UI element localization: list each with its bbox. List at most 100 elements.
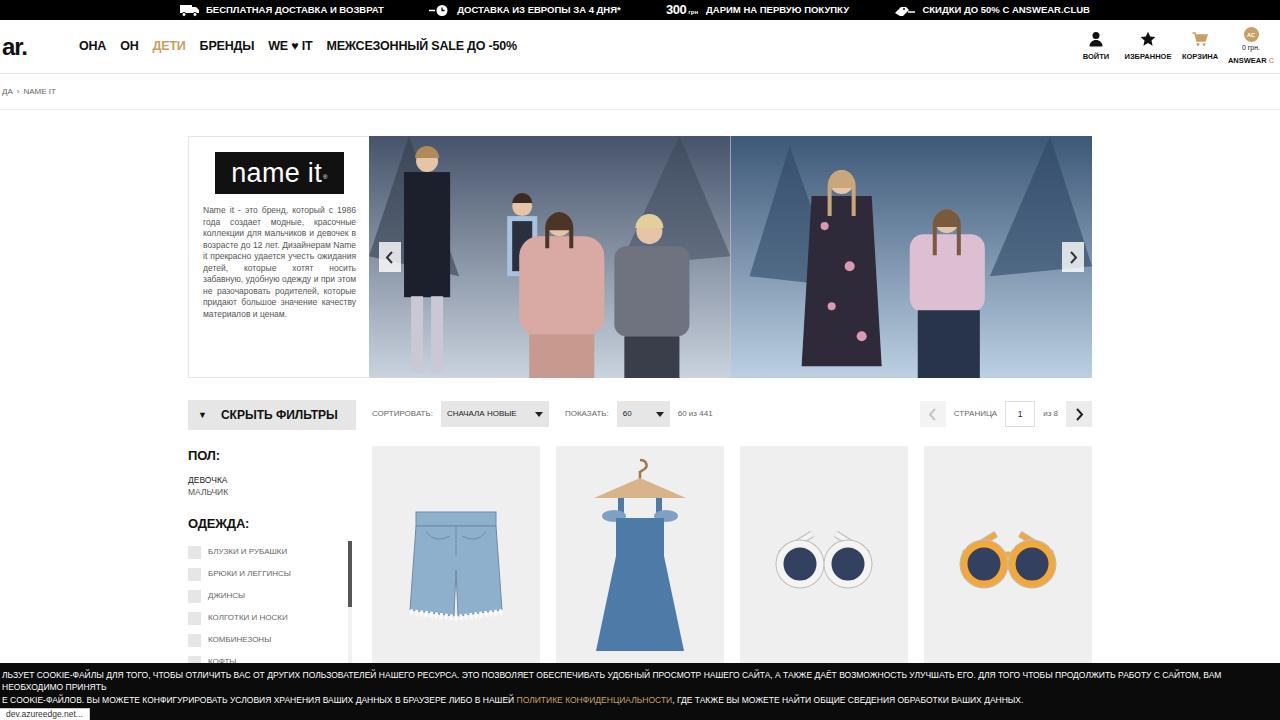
product-card[interactable]	[372, 446, 540, 686]
prev-page-button[interactable]	[920, 401, 946, 427]
breadcrumb: ДА›NAME IT	[0, 74, 1280, 110]
clothing-filter: БЛУЗКИ И РУБАШКИ БРЮКИ И ЛЕГГИНСЫ ДЖИНСЫ КО…	[188, 541, 356, 671]
clothing-option[interactable]: БРЮКИ И ЛЕГГИНСЫ	[188, 563, 340, 585]
clothing-option[interactable]: КОМБИНЕЗОНЫ	[188, 629, 340, 651]
cookie-text: Е COOKIE-ФАЙЛОВ. ВЫ МОЖЕТЕ КОНФИГУРИРОВА…	[2, 695, 517, 705]
status-url: dev.azureedge.net...	[0, 708, 90, 720]
account-label: ИЗБРАННОЕ	[1125, 51, 1172, 62]
product-shape	[410, 526, 502, 616]
promo-bar: БЕСПЛАТНАЯ ДОСТАВКА И ВОЗВРАТ ДОСТАВКА ИЗ…	[0, 0, 1280, 20]
brand-logo: name it®	[215, 152, 344, 194]
pagination: СТРАНИЦА из 8	[920, 401, 1092, 427]
chevron-left-icon	[383, 250, 397, 265]
toggle-label: СКРЫТЬ ФИЛЬТРЫ	[221, 406, 338, 424]
nav-item[interactable]: ОН	[113, 37, 145, 56]
hide-filters-button[interactable]: ▼ СКРЫТЬ ФИЛЬТРЫ	[188, 400, 356, 430]
carousel-photo	[369, 136, 1092, 378]
cookie-text: , ГДЕ ТАКЖЕ ВЫ МОЖЕТЕ НАЙТИ ОБЩИЕ СВЕДЕН…	[672, 695, 1023, 705]
checkbox[interactable]	[188, 568, 201, 581]
product-card[interactable]	[556, 446, 724, 686]
show-value: 60	[623, 408, 632, 420]
truck-icon	[180, 4, 200, 17]
club-badge: AC	[1244, 27, 1259, 42]
checkbox[interactable]	[188, 634, 201, 647]
clothing-label: БРЮКИ И ЛЕГГИНСЫ	[208, 568, 291, 580]
cookie-line: Е COOKIE-ФАЙЛОВ. ВЫ МОЖЕТЕ КОНФИГУРИРОВА…	[2, 694, 1276, 706]
caret-icon	[535, 412, 543, 417]
clothing-label: ДЖИНСЫ	[208, 590, 245, 602]
brand-logo-mark: ®	[323, 173, 328, 182]
page-label: СТРАНИЦА	[954, 408, 997, 420]
truck-icon	[180, 4, 200, 17]
gender-option[interactable]: ДЕВОЧКА	[188, 474, 356, 486]
breadcrumb-item[interactable]: ДА	[2, 86, 13, 98]
logo-slot: ar.	[2, 29, 72, 65]
product-shape	[964, 544, 1004, 584]
clothing-option[interactable]: ДЖИНСЫ	[188, 585, 340, 607]
checkbox[interactable]	[188, 612, 201, 625]
club-label: ANSWEARC	[1228, 55, 1274, 66]
club-link[interactable]: AC0 грн.ANSWEARC	[1226, 27, 1276, 66]
page-total: из 8	[1043, 408, 1058, 420]
product-card[interactable]	[740, 446, 908, 686]
account-label: КОРЗИНА	[1182, 51, 1218, 62]
scrollbar-thumb[interactable]	[348, 541, 352, 607]
product-image	[556, 446, 724, 686]
gender-option[interactable]: МАЛЬЧИК	[188, 486, 356, 498]
chevron-right-icon	[1066, 250, 1080, 265]
account-bar: ВОЙТИИЗБРАННОЕ КОРЗИНА AC0 грн.ANSWEARC	[1070, 27, 1278, 66]
promo-unit: грн	[688, 8, 698, 17]
show-select[interactable]: 60	[617, 401, 670, 427]
nav-item[interactable]: БРЕНДЫ	[193, 37, 262, 56]
club-name: ANSWEAR	[1228, 56, 1267, 65]
filter-title: ПОЛ:	[188, 446, 356, 466]
carousel-prev-button[interactable]	[379, 242, 401, 272]
site-header: ar. ОНАОНДЕТИБРЕНДЫWE ♥ ITМЕЖСЕЗОННЫЙ SA…	[0, 20, 1280, 74]
breadcrumb-item[interactable]: NAME IT	[23, 86, 55, 98]
toggle-arrow: ▼	[198, 409, 207, 423]
site-logo[interactable]: ar.	[2, 29, 72, 65]
filter-title: ОДЕЖДА:	[188, 514, 356, 534]
nav-item[interactable]: ДЕТИ	[146, 37, 193, 56]
sort-select[interactable]: СНАЧАЛА НОВЫЕ	[441, 401, 549, 427]
person-icon	[1088, 31, 1104, 47]
product-image	[740, 446, 908, 686]
account-link[interactable]: ИЗБРАННОЕ	[1122, 31, 1174, 62]
products-area: СОРТИРОВАТЬ:СНАЧАЛА НОВЫЕПОКАЗАТЬ:6060 и…	[372, 400, 1092, 686]
product-shape	[596, 556, 684, 651]
brand-logo-text: name it	[231, 153, 322, 194]
nav-item[interactable]: WE ♥ IT	[261, 37, 319, 56]
scrollbar[interactable]	[348, 541, 352, 671]
promo-text: БЕСПЛАТНАЯ ДОСТАВКА И ВОЗВРАТ	[206, 3, 384, 17]
chevron-right-icon	[1072, 407, 1086, 422]
sort-label: СОРТИРОВАТЬ:	[372, 408, 433, 420]
next-page-button[interactable]	[1066, 401, 1092, 427]
product-grid	[372, 446, 1092, 686]
caret-icon	[656, 412, 664, 417]
cart-icon	[1192, 31, 1208, 47]
checkbox[interactable]	[188, 590, 201, 603]
nav-item[interactable]: ОНА	[72, 37, 113, 56]
products-toolbar: СОРТИРОВАТЬ:СНАЧАЛА НОВЫЕПОКАЗАТЬ:6060 и…	[372, 400, 1092, 428]
promo-item: БЕСПЛАТНАЯ ДОСТАВКА И ВОЗВРАТ	[180, 3, 384, 17]
clock-icon	[429, 4, 451, 17]
promo-text: СКИДКИ ДО 50% С ANSWEAR.CLUB	[922, 3, 1090, 17]
promo-amount: 300	[666, 0, 686, 20]
show-label: ПОКАЗАТЬ:	[565, 408, 609, 420]
carousel-next-button[interactable]	[1062, 242, 1084, 272]
promo-text: ДОСТАВКА ИЗ ЕВРОПЫ ЗА 4 ДНЯ*	[457, 3, 621, 17]
cart-icon	[1192, 31, 1208, 47]
account-link[interactable]: ВОЙТИ	[1070, 31, 1122, 62]
clock-icon	[429, 4, 451, 17]
clothing-option[interactable]: КОЛГОТКИ И НОСКИ	[188, 607, 340, 629]
checkbox[interactable]	[188, 546, 201, 559]
chevron-right-icon	[1066, 250, 1080, 265]
account-link[interactable]: КОРЗИНА	[1174, 31, 1226, 62]
page-input[interactable]	[1005, 401, 1035, 427]
privacy-link[interactable]: ПОЛИТИКЕ КОНФИДЕНЦИАЛЬНОСТИ	[517, 695, 673, 705]
product-image	[924, 446, 1092, 686]
page-content: name it®Name it - это бренд, который с 1…	[188, 136, 1092, 686]
product-card[interactable]	[924, 446, 1092, 686]
nav-item[interactable]: МЕЖСЕЗОННЫЙ SALE ДО -50%	[319, 37, 524, 56]
clothing-option[interactable]: БЛУЗКИ И РУБАШКИ	[188, 541, 340, 563]
